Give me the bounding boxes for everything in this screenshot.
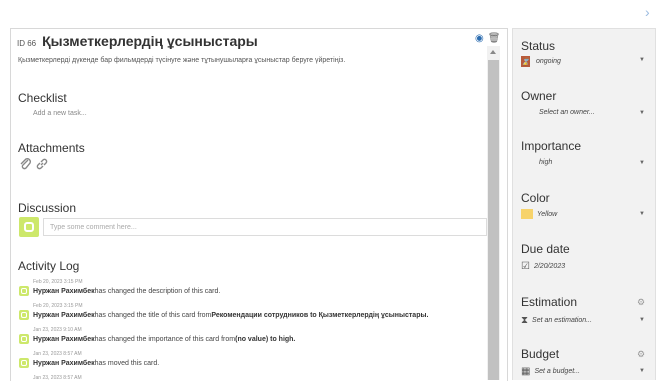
avatar (19, 217, 39, 237)
log-time: Feb 20, 2023 3:15 PM (33, 279, 83, 285)
log-time: Jan 23, 2023 8:57 AM (33, 375, 82, 381)
card-actions: ◉ 🗑 (475, 33, 500, 44)
attachment-actions (19, 157, 49, 171)
card-id: ID 66 (17, 39, 37, 48)
gear-icon[interactable]: ⚙ (637, 297, 645, 308)
attachments-heading: Attachments (18, 141, 85, 155)
log-text: has changed the importance of this card … (94, 335, 236, 343)
trash-icon[interactable]: 🗑 (488, 33, 501, 44)
chevron-down-icon[interactable]: ▼ (639, 211, 645, 217)
log-user[interactable]: Нуржан Рахимбек (33, 312, 95, 319)
checklist-heading: Checklist (18, 91, 67, 105)
status-select[interactable]: ⌛ ongoing (521, 56, 561, 67)
log-detail: (no value) to high. (235, 335, 296, 343)
paperclip-icon[interactable] (19, 157, 33, 171)
avatar (19, 358, 29, 368)
log-user[interactable]: Нуржан Рахимбек (33, 288, 95, 295)
card-header: ID 66 Қызметкерлердің ұсыныстары (17, 33, 258, 49)
gear-icon[interactable]: ⚙ (637, 349, 645, 360)
log-time: Jan 23, 2023 8:57 AM (33, 351, 82, 357)
avatar (19, 334, 29, 344)
owner-select[interactable]: Select an owner... (539, 109, 595, 116)
discussion-heading: Discussion (18, 201, 77, 215)
log-entry: Feb 20, 2023 3:15 PM Нуржан Рахимбек has… (19, 303, 489, 320)
log-entry: Feb 20, 2023 3:15 PM Нуржан Рахимбек has… (19, 279, 489, 296)
color-select[interactable]: Yellow (521, 209, 557, 219)
estimation-label: Estimation (521, 295, 578, 309)
comment-row: Type some comment here... (19, 217, 487, 237)
comment-input[interactable]: Type some comment here... (43, 218, 487, 236)
chevron-down-icon[interactable]: ▼ (639, 368, 645, 374)
scrollbar-thumb[interactable] (488, 60, 499, 380)
chevron-down-icon[interactable]: ▼ (639, 317, 645, 323)
card-description[interactable]: Қызметкерлерді дүкенде бар фильмдерді тү… (18, 57, 345, 64)
avatar (19, 286, 29, 296)
log-detail: Рекомендации сотрудников to Қызметкерлер… (211, 311, 429, 319)
log-user[interactable]: Нуржан Рахимбек (33, 360, 95, 367)
color-swatch (521, 209, 533, 219)
hourglass-icon: ⌛ (521, 56, 530, 67)
calendar-icon: ☑ (521, 261, 530, 272)
log-entry: Jan 23, 2023 9:10 AM Нуржан Рахимбек has… (19, 327, 489, 344)
link-icon[interactable] (35, 157, 49, 171)
chevron-right-icon[interactable]: › (645, 4, 650, 20)
chevron-down-icon[interactable]: ▼ (639, 110, 645, 116)
estimation-select[interactable]: ⧗ Set an estimation... (521, 315, 592, 326)
log-entry: Jan 23, 2023 8:57 AM Нуржан Рахимбек has… (19, 351, 489, 368)
scroll-up-icon[interactable] (490, 50, 496, 54)
log-text: has changed the title of this card from (94, 311, 212, 319)
chevron-down-icon[interactable]: ▼ (639, 160, 645, 166)
due-date-field[interactable]: ☑ 2/20/2023 (521, 261, 565, 272)
scrollbar[interactable] (487, 46, 500, 380)
card-title[interactable]: Қызметкерлердің ұсыныстары (42, 33, 258, 49)
status-label: Status (521, 39, 556, 53)
chevron-down-icon[interactable]: ▼ (639, 57, 645, 63)
log-text: has changed the description of this card… (94, 287, 221, 295)
budget-label: Budget (521, 347, 560, 361)
log-user[interactable]: Нуржан Рахимбек (33, 336, 95, 343)
estimation-value: Set an estimation... (532, 317, 592, 324)
importance-label: Importance (521, 139, 582, 153)
card-sidebar: Status ⌛ ongoing ▼ Owner Select an owner… (512, 28, 656, 380)
log-text: has moved this card. (94, 359, 160, 367)
color-value: Yellow (537, 210, 558, 218)
owner-label: Owner (521, 89, 557, 103)
avatar (19, 310, 29, 320)
card-panel: ID 66 Қызметкерлердің ұсыныстары ◉ 🗑 Қыз… (10, 28, 508, 381)
add-task-input[interactable]: Add a new task... (33, 110, 87, 117)
due-date-value: 2/20/2023 (533, 263, 566, 270)
activity-log-heading: Activity Log (18, 259, 80, 273)
hourglass-icon: ⧗ (521, 315, 529, 326)
status-value: ongoing (536, 58, 561, 65)
due-date-label: Due date (521, 242, 570, 256)
log-time: Feb 20, 2023 3:15 PM (33, 303, 83, 309)
color-label: Color (521, 191, 550, 205)
log-entry: Jan 23, 2023 8:57 AM (19, 375, 489, 381)
importance-select[interactable]: high (539, 159, 552, 166)
log-time: Jan 23, 2023 9:10 AM (33, 327, 82, 333)
money-icon: ▦ (521, 366, 531, 377)
budget-value: Set a budget... (534, 368, 580, 375)
budget-select[interactable]: ▦ Set a budget... (521, 366, 580, 377)
visibility-icon[interactable]: ◉ (475, 33, 484, 44)
